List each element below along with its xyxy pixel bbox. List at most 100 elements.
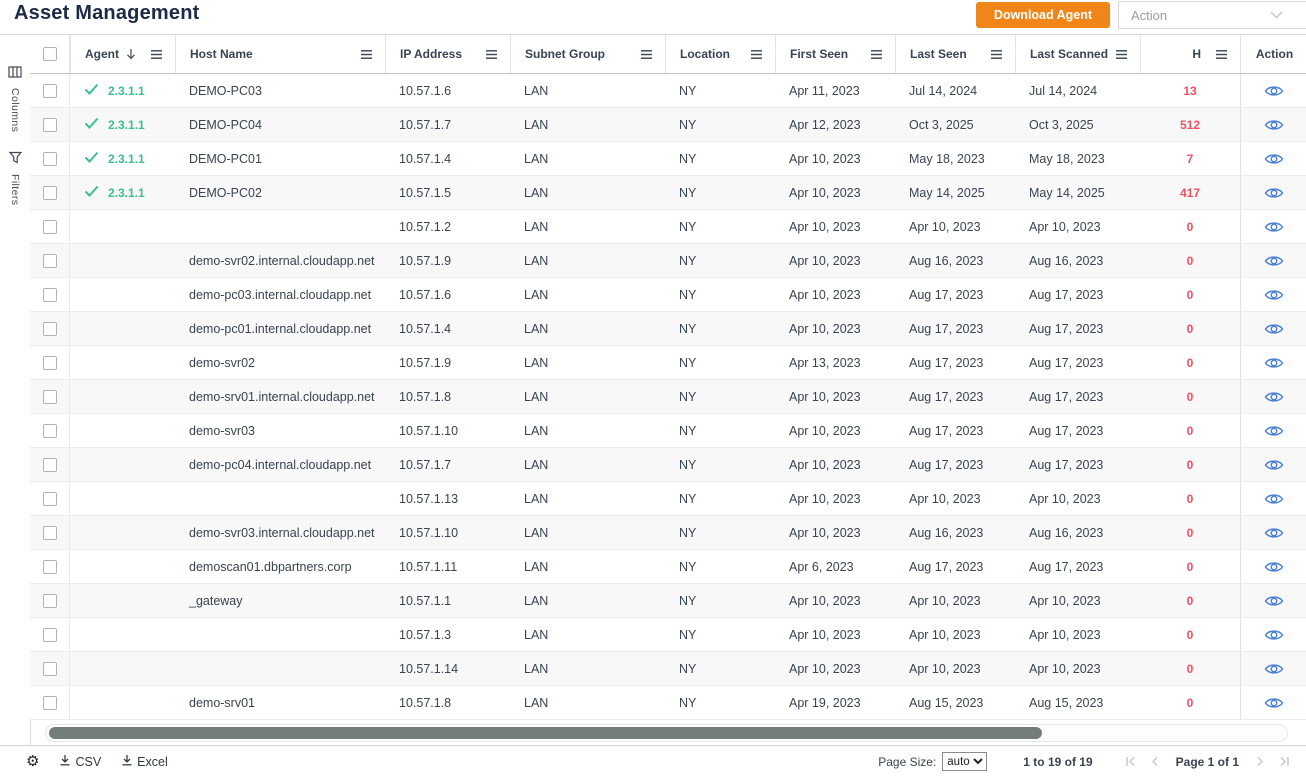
row-checkbox[interactable] <box>43 458 57 472</box>
grid-settings-gear-icon[interactable]: ⚙ <box>26 754 39 769</box>
view-asset-eye-button[interactable] <box>1264 594 1284 608</box>
view-asset-eye-button[interactable] <box>1264 186 1284 200</box>
column-header-last_seen[interactable]: Last Seen <box>895 35 1015 73</box>
view-asset-eye-button[interactable] <box>1264 220 1284 234</box>
view-asset-eye-button[interactable] <box>1264 152 1284 166</box>
row-checkbox[interactable] <box>43 594 57 608</box>
row-checkbox[interactable] <box>43 186 57 200</box>
cell-host_name: DEMO-PC04 <box>175 108 385 141</box>
column-header-location[interactable]: Location <box>665 35 775 73</box>
sort-descending-icon <box>126 48 136 60</box>
asset-row: demo-srv01.internal.cloudapp.net10.57.1.… <box>30 380 1306 414</box>
page-size-select[interactable]: auto <box>942 752 987 771</box>
row-checkbox[interactable] <box>43 424 57 438</box>
cell-last_seen: Aug 17, 2023 <box>895 346 1015 379</box>
view-asset-eye-button[interactable] <box>1264 254 1284 268</box>
column-header-agent[interactable]: Agent <box>70 35 175 73</box>
cell-first_seen: Apr 10, 2023 <box>775 652 895 685</box>
column-menu-icon[interactable] <box>1215 49 1228 60</box>
view-asset-eye-button[interactable] <box>1264 628 1284 642</box>
cell-subnet_group: LAN <box>510 482 665 515</box>
view-asset-eye-button[interactable] <box>1264 322 1284 336</box>
column-header-high[interactable]: H <box>1140 35 1240 73</box>
row-checkbox[interactable] <box>43 84 57 98</box>
select-all-checkbox[interactable] <box>43 47 57 61</box>
columns-panel-toggle[interactable]: Columns <box>0 65 30 132</box>
row-checkbox[interactable] <box>43 118 57 132</box>
select-all-cell <box>30 35 70 73</box>
cell-last_scanned: Apr 10, 2023 <box>1015 210 1140 243</box>
cell-location: NY <box>665 176 775 209</box>
cell-high: 0 <box>1140 414 1240 447</box>
view-asset-eye-button[interactable] <box>1264 458 1284 472</box>
view-asset-eye-button[interactable] <box>1264 424 1284 438</box>
cell-location: NY <box>665 244 775 277</box>
cell-host_name: demo-srv01.internal.cloudapp.net <box>175 380 385 413</box>
cell-ip_address: 10.57.1.10 <box>385 414 510 447</box>
cell-ip_address: 10.57.1.4 <box>385 142 510 175</box>
view-asset-eye-button[interactable] <box>1264 288 1284 302</box>
view-asset-eye-button[interactable] <box>1264 84 1284 98</box>
cell-last_seen: Aug 16, 2023 <box>895 516 1015 549</box>
view-asset-eye-button[interactable] <box>1264 560 1284 574</box>
row-checkbox[interactable] <box>43 254 57 268</box>
column-menu-icon[interactable] <box>640 49 653 60</box>
cell-agent: 2.3.1.1 <box>70 176 175 209</box>
next-page-button[interactable] <box>1256 756 1265 767</box>
cell-agent <box>70 618 175 651</box>
column-header-subnet_group[interactable]: Subnet Group <box>510 35 665 73</box>
column-menu-icon[interactable] <box>870 49 883 60</box>
cell-first_seen: Apr 10, 2023 <box>775 618 895 651</box>
column-header-ip_address[interactable]: IP Address <box>385 35 510 73</box>
export-csv-button[interactable]: CSV <box>59 754 101 769</box>
view-asset-eye-button[interactable] <box>1264 118 1284 132</box>
export-excel-button[interactable]: Excel <box>121 754 168 769</box>
view-asset-eye-button[interactable] <box>1264 526 1284 540</box>
row-checkbox[interactable] <box>43 662 57 676</box>
view-asset-eye-button[interactable] <box>1264 492 1284 506</box>
cell-last_scanned: Jul 14, 2024 <box>1015 74 1140 107</box>
view-asset-eye-button[interactable] <box>1264 356 1284 370</box>
view-asset-eye-button[interactable] <box>1264 662 1284 676</box>
column-menu-icon[interactable] <box>750 49 763 60</box>
row-checkbox[interactable] <box>43 152 57 166</box>
row-checkbox[interactable] <box>43 696 57 710</box>
row-checkbox[interactable] <box>43 322 57 336</box>
column-header-host_name[interactable]: Host Name <box>175 35 385 73</box>
row-checkbox[interactable] <box>43 492 57 506</box>
cell-high: 0 <box>1140 516 1240 549</box>
column-header-first_seen[interactable]: First Seen <box>775 35 895 73</box>
row-checkbox[interactable] <box>43 560 57 574</box>
high-vuln-count: 0 <box>1187 662 1194 676</box>
row-checkbox[interactable] <box>43 288 57 302</box>
row-checkbox[interactable] <box>43 356 57 370</box>
action-dropdown[interactable]: Action <box>1118 1 1306 29</box>
cell-first_seen: Apr 10, 2023 <box>775 142 895 175</box>
horizontal-scrollbar-thumb[interactable] <box>49 727 1042 739</box>
column-menu-icon[interactable] <box>1115 49 1128 60</box>
cell-checkbox <box>30 550 70 583</box>
cell-last_scanned: Aug 17, 2023 <box>1015 448 1140 481</box>
view-asset-eye-button[interactable] <box>1264 696 1284 710</box>
column-menu-icon[interactable] <box>150 49 163 60</box>
cell-high: 0 <box>1140 244 1240 277</box>
row-checkbox[interactable] <box>43 220 57 234</box>
row-checkbox[interactable] <box>43 526 57 540</box>
filters-panel-toggle[interactable]: Filters <box>0 151 30 205</box>
cell-host_name: demo-svr03 <box>175 414 385 447</box>
row-checkbox[interactable] <box>43 390 57 404</box>
high-vuln-count: 0 <box>1187 424 1194 438</box>
horizontal-scrollbar[interactable] <box>45 724 1288 742</box>
download-agent-button[interactable]: Download Agent <box>976 2 1110 28</box>
first-page-button[interactable] <box>1125 756 1137 767</box>
previous-page-button[interactable] <box>1150 756 1159 767</box>
column-menu-icon[interactable] <box>485 49 498 60</box>
column-header-last_scanned[interactable]: Last Scanned <box>1015 35 1140 73</box>
column-header-action[interactable]: Action <box>1240 35 1306 73</box>
row-checkbox[interactable] <box>43 628 57 642</box>
column-menu-icon[interactable] <box>360 49 373 60</box>
cell-checkbox <box>30 686 70 719</box>
view-asset-eye-button[interactable] <box>1264 390 1284 404</box>
last-page-button[interactable] <box>1278 756 1290 767</box>
column-menu-icon[interactable] <box>990 49 1003 60</box>
